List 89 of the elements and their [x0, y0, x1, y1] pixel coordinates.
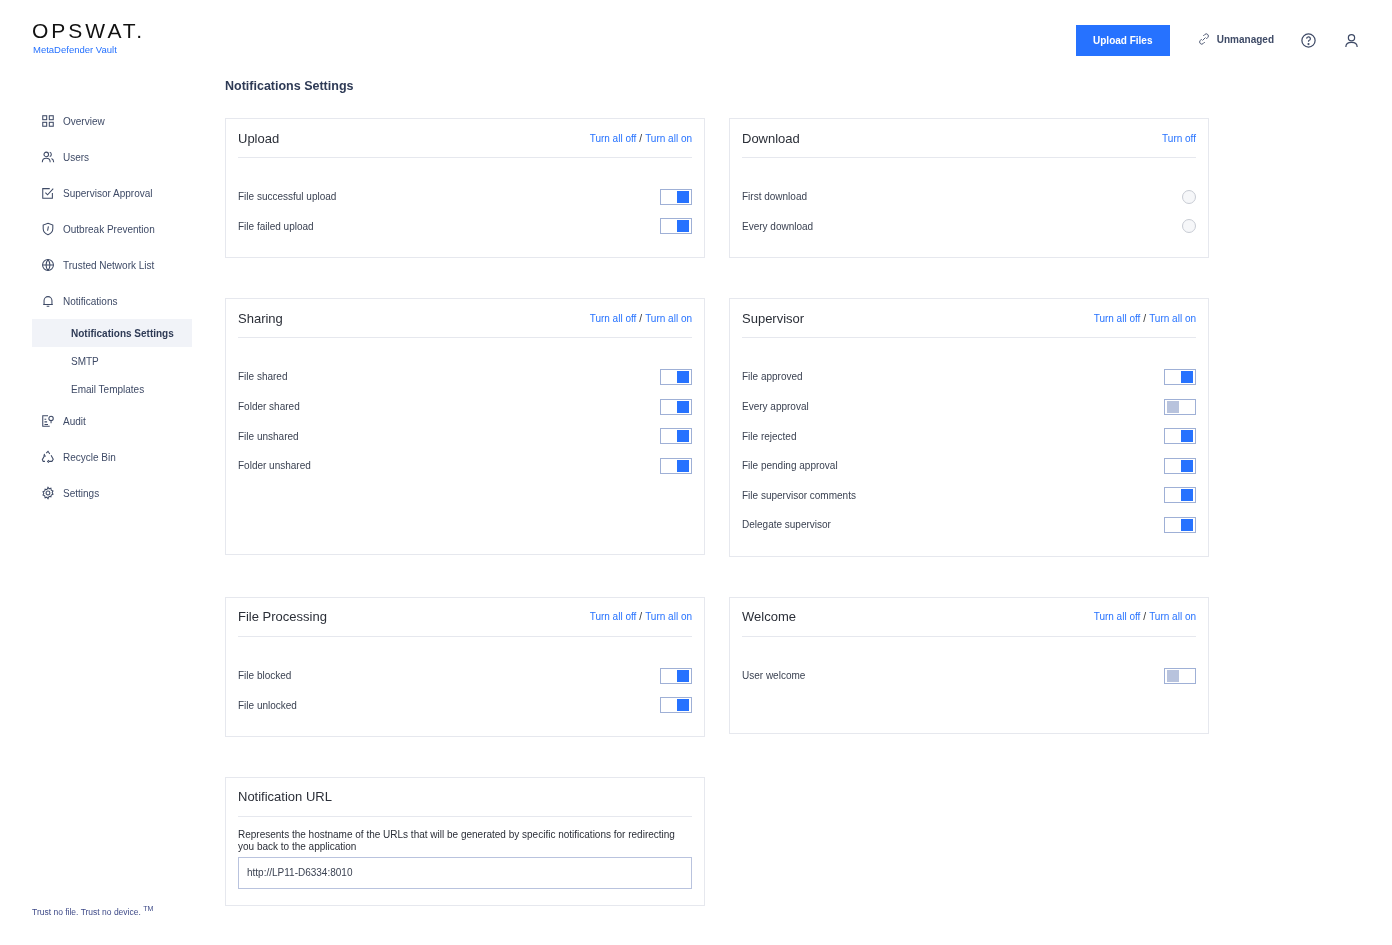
setting-label: File failed upload: [238, 220, 314, 232]
setting-label: File successful upload: [238, 191, 337, 203]
turn-link[interactable]: Turn all off: [589, 312, 637, 324]
separator-text: /: [639, 312, 643, 324]
toggle-switch[interactable]: [1164, 667, 1196, 684]
card-title: Download: [742, 130, 800, 146]
nav-item[interactable]: Outbreak Prevention: [32, 211, 192, 247]
turn-link[interactable]: Turn all off: [1093, 312, 1141, 324]
card-title: Welcome: [742, 609, 796, 625]
status-text[interactable]: Unmanaged: [1216, 33, 1274, 45]
separator-text: /: [639, 132, 643, 144]
setting-label: First download: [742, 191, 808, 203]
setting-label: File unlocked: [238, 699, 297, 711]
toggle-switch[interactable]: [1164, 487, 1196, 504]
nav-item[interactable]: Notifications: [32, 283, 192, 319]
globe-icon: [41, 258, 55, 272]
turn-link[interactable]: Turn all on: [1149, 312, 1196, 324]
setting-label: File blocked: [238, 670, 292, 682]
nav-subitem[interactable]: Notifications Settings: [32, 319, 192, 347]
checklist-icon: [41, 186, 55, 200]
page-title: Notifications Settings: [225, 79, 355, 93]
setting-label: File pending approval: [742, 460, 838, 472]
audit-icon: [41, 414, 55, 428]
toggle-switch[interactable]: [660, 428, 692, 445]
toggle-switch[interactable]: [1164, 398, 1196, 415]
turn-link[interactable]: Turn all on: [645, 611, 692, 623]
toggle-switch[interactable]: [1164, 369, 1196, 385]
turn-link[interactable]: Turn all on: [645, 312, 692, 324]
users-icon: [41, 150, 55, 164]
card-title: Sharing: [238, 310, 283, 326]
nav-item[interactable]: Users: [32, 139, 192, 175]
turn-link[interactable]: Turn all on: [645, 132, 692, 144]
setting-label: File supervisor comments: [742, 489, 856, 501]
nav-item[interactable]: Trusted Network List: [32, 247, 192, 283]
user-icon[interactable]: [1343, 32, 1360, 49]
nav-item[interactable]: Supervisor Approval: [32, 175, 192, 211]
toggle-switch[interactable]: [660, 457, 692, 474]
setting-label: Folder shared: [238, 401, 300, 413]
url-input-field[interactable]: http://LP11-D6334:8010: [238, 856, 692, 889]
nav-item[interactable]: Audit: [32, 403, 192, 439]
radio-button[interactable]: [1182, 189, 1196, 204]
separator-text: /: [639, 611, 643, 623]
turn-link[interactable]: Turn all off: [589, 611, 637, 623]
nav-item[interactable]: Settings: [32, 475, 192, 511]
card-title: Upload: [238, 130, 280, 146]
recycle-icon: [41, 450, 55, 464]
nav-item[interactable]: Overview: [32, 103, 192, 139]
link-icon: [1197, 33, 1210, 45]
grid-icon: [41, 114, 55, 128]
toggle-switch[interactable]: [660, 369, 692, 385]
setting-label: Every download: [742, 220, 814, 232]
separator-text: /: [1143, 312, 1147, 324]
turn-link[interactable]: Turn off: [1162, 132, 1196, 144]
toggle-switch[interactable]: [1164, 516, 1196, 533]
card-title: Notification URL: [238, 789, 332, 805]
settings-icon: [41, 486, 55, 500]
product-name: MetaDefender Vault: [33, 44, 118, 55]
toggle-switch[interactable]: [1164, 428, 1196, 445]
radio-button[interactable]: [1182, 219, 1196, 234]
tagline: Trust no file. Trust no device. $^{TM}$: [32, 905, 155, 917]
setting-label: Delegate supervisor: [742, 519, 831, 531]
toggle-switch[interactable]: [660, 697, 692, 714]
separator-text: /: [1143, 611, 1147, 623]
shield-icon: [41, 222, 55, 236]
nav-subitem[interactable]: Email Templates: [32, 375, 192, 403]
nav-subitem[interactable]: SMTP: [32, 347, 192, 375]
turn-link[interactable]: Turn all on: [1149, 611, 1196, 623]
toggle-switch[interactable]: [1164, 457, 1196, 474]
toggle-switch[interactable]: [660, 188, 692, 205]
turn-link[interactable]: Turn all off: [1093, 611, 1141, 623]
help-icon[interactable]: [1300, 32, 1317, 49]
upload-files-button[interactable]: Upload Files: [1075, 25, 1170, 56]
setting-label: Every approval: [742, 401, 809, 413]
toggle-switch[interactable]: [660, 667, 692, 684]
nav-item[interactable]: Recycle Bin: [32, 439, 192, 475]
bell-icon: [41, 294, 55, 308]
turn-link[interactable]: Turn all off: [589, 132, 637, 144]
brand-logo: OPSWAT.: [32, 20, 147, 42]
setting-label: User welcome: [742, 670, 806, 682]
toggle-switch[interactable]: [660, 398, 692, 415]
card-title: Supervisor: [742, 310, 805, 326]
setting-label: File unshared: [238, 430, 299, 442]
setting-label: File shared: [238, 371, 288, 383]
card-title: File Processing: [238, 609, 327, 625]
setting-label: Folder unshared: [238, 460, 311, 472]
setting-label: File approved: [742, 371, 803, 383]
setting-label: File rejected: [742, 430, 797, 442]
toggle-switch[interactable]: [660, 218, 692, 235]
description-text: Represents the hostname of the URLs that will be generated by specific notifications for redirecting you back to the application: [238, 828, 676, 853]
